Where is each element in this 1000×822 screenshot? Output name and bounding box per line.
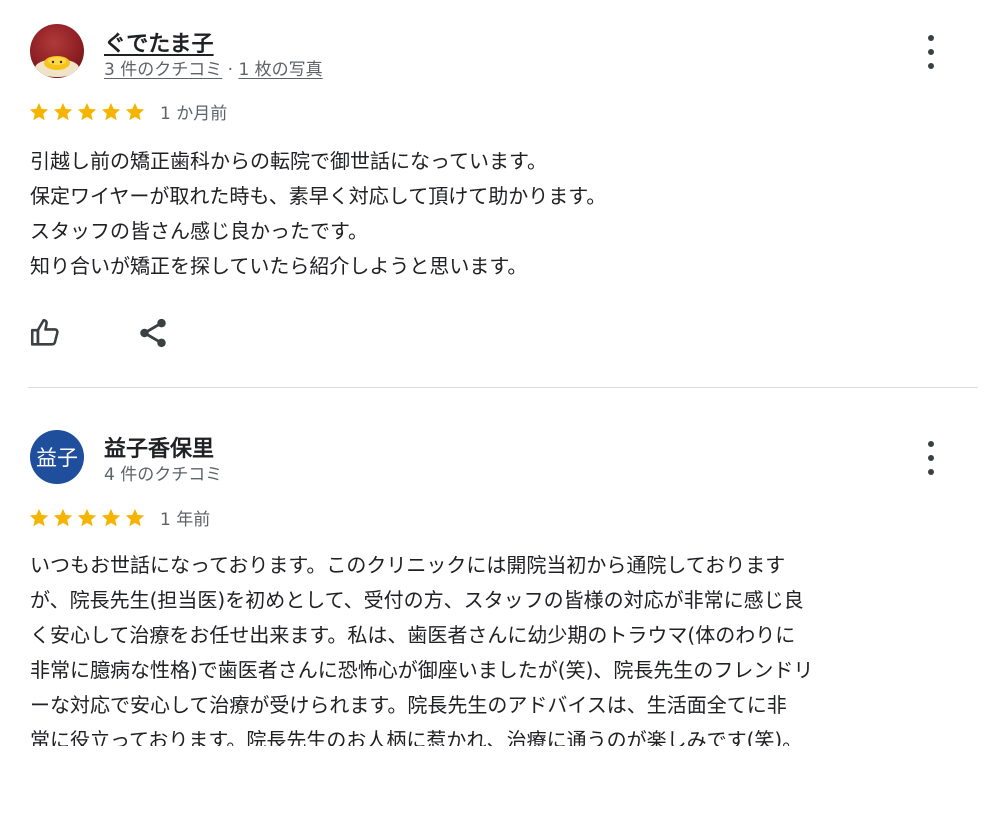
star-icon xyxy=(29,508,49,526)
reviewer-meta: 4 件のクチコミ xyxy=(104,460,222,485)
more-vert-icon-dot xyxy=(928,469,934,475)
review-text-line: 常に役立っております。院長先生のお人柄に惹かれ、治療に通うのが楽しみです(笑)。 xyxy=(30,728,803,746)
star-icon xyxy=(125,508,145,526)
reviewer-avatar[interactable]: 益子 xyxy=(30,430,84,484)
star-icon xyxy=(77,508,97,526)
review-count-label[interactable]: 4 件のクチコミ xyxy=(104,465,222,485)
review-card: 益子 益子香保里 4 件のクチコミ 1 年前 いつもお世話になっております。この… xyxy=(0,0,1000,822)
more-vert-icon-dot xyxy=(928,441,934,447)
review-text-line: 非常に臆病な性格)で歯医者さんに恐怖心が御座いましたが(笑)、院長先生のフレンド… xyxy=(30,658,814,682)
star-icon xyxy=(53,508,73,526)
rating-row: 1 年前 xyxy=(28,505,210,530)
page-bottom-blank xyxy=(0,748,1000,822)
review-date: 1 年前 xyxy=(160,510,211,530)
reviewer-name[interactable]: 益子香保里 xyxy=(104,431,214,463)
avatar-text: 益子 xyxy=(36,446,78,470)
review-text-line: ーな対応で安心して治療が受けられます。院長先生のアドバイスは、生活面全てに非 xyxy=(30,693,787,717)
review-text-line: く安心して治療をお任せ出来ます。私は、歯医者さんに幼少期のトラウマ(体のわりに xyxy=(30,623,796,647)
more-options-button[interactable] xyxy=(918,441,944,475)
review-text-line: いつもお世話になっております。このクリニックには開院当初から通院しております xyxy=(30,553,786,577)
more-vert-icon-dot xyxy=(928,455,934,461)
star-rating xyxy=(28,507,146,529)
review-text: いつもお世話になっております。このクリニックには開院当初から通院しております が、… xyxy=(30,548,960,746)
review-text-line: が、院長先生(担当医)を初めとして、受付の方、スタッフの皆様の対応が非常に感じ良 xyxy=(30,588,804,612)
star-icon xyxy=(101,508,121,526)
